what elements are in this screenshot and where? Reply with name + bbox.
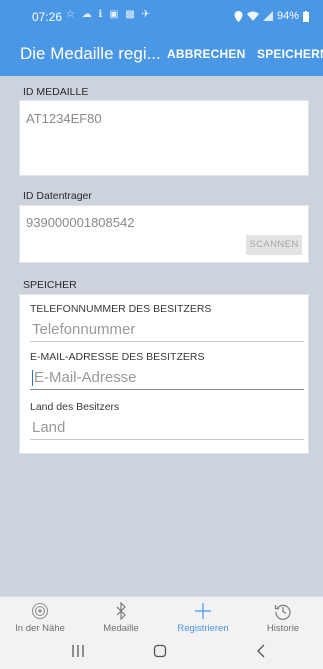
- status-bar: 07:26 ☆ ☁ ℹ ▣ ▩ ✈ 94%: [0, 0, 323, 32]
- battery-icon: [303, 10, 309, 22]
- phone-field[interactable]: Telefonnummer: [30, 318, 304, 342]
- system-nav-bar: [0, 638, 323, 669]
- history-icon: [243, 600, 323, 622]
- nav-label-register: Registrieren: [177, 623, 229, 634]
- email-field[interactable]: E-Mail-Adresse: [30, 366, 304, 390]
- recent-apps-icon[interactable]: [72, 644, 84, 662]
- location-icon: [234, 10, 243, 22]
- medal-id-card[interactable]: AT1234EF80: [19, 100, 309, 176]
- nav-item-register[interactable]: Registrieren: [163, 597, 243, 639]
- status-right: 94%: [234, 10, 309, 22]
- storage-card: TELEFONNUMMER DES BESITZERS Telefonnumme…: [19, 294, 309, 454]
- country-field[interactable]: Land: [30, 416, 304, 440]
- form-content: ID MEDAILLE AT1234EF80 ID Datentrager 93…: [9, 76, 318, 596]
- notification-icons: ☆ ☁ ℹ ▣ ▩ ✈: [66, 9, 152, 20]
- medal-id-value[interactable]: AT1234EF80: [26, 111, 102, 126]
- transponder-id-label: ID Datentrager: [23, 190, 92, 202]
- nav-label-history: Historie: [266, 623, 300, 634]
- transponder-id-card[interactable]: 939000001808542 SCANNEN: [19, 205, 309, 263]
- bluetooth-icon: [81, 600, 161, 622]
- nav-label-medal: Medaille: [103, 623, 139, 634]
- nav-item-history[interactable]: Historie: [243, 597, 323, 639]
- page-title: Die Medaille regi...: [20, 44, 161, 63]
- country-placeholder: Land: [32, 419, 66, 436]
- phone-placeholder: Telefonnummer: [32, 321, 136, 338]
- status-time: 07:26: [32, 10, 63, 24]
- nav-item-nearby[interactable]: In der Nähe: [0, 597, 80, 639]
- cancel-button[interactable]: ABBRECHEN: [167, 47, 245, 61]
- email-label: E-MAIL-ADRESSE DES BESITZERS: [30, 351, 205, 363]
- save-button[interactable]: SPEICHERN: [257, 47, 323, 61]
- location-target-icon: [0, 600, 80, 622]
- home-icon[interactable]: [153, 644, 167, 662]
- text-cursor: [32, 370, 33, 387]
- storage-label: SPEICHER: [23, 279, 77, 291]
- nav-label-nearby: In der Nähe: [15, 623, 65, 634]
- country-label: Land des Besitzers: [30, 401, 120, 413]
- wifi-icon: [246, 11, 259, 21]
- battery-level: 94%: [276, 10, 299, 22]
- plus-icon: [163, 600, 243, 622]
- back-icon[interactable]: [256, 644, 266, 662]
- app-bar: Die Medaille regi... ABBRECHEN SPEICHERN: [0, 32, 323, 76]
- bottom-nav: In der Nähe Medaille Registrieren Histor…: [0, 596, 323, 638]
- scan-button[interactable]: SCANNEN: [246, 235, 302, 255]
- phone-label: TELEFONNUMMER DES BESITZERS: [30, 303, 212, 315]
- medal-id-label: ID MEDAILLE: [23, 86, 89, 98]
- nav-item-medal[interactable]: Medaille: [81, 597, 161, 639]
- transponder-id-value[interactable]: 939000001808542: [26, 215, 134, 230]
- email-placeholder: E-Mail-Adresse: [34, 369, 137, 386]
- signal-icon: [262, 11, 273, 21]
